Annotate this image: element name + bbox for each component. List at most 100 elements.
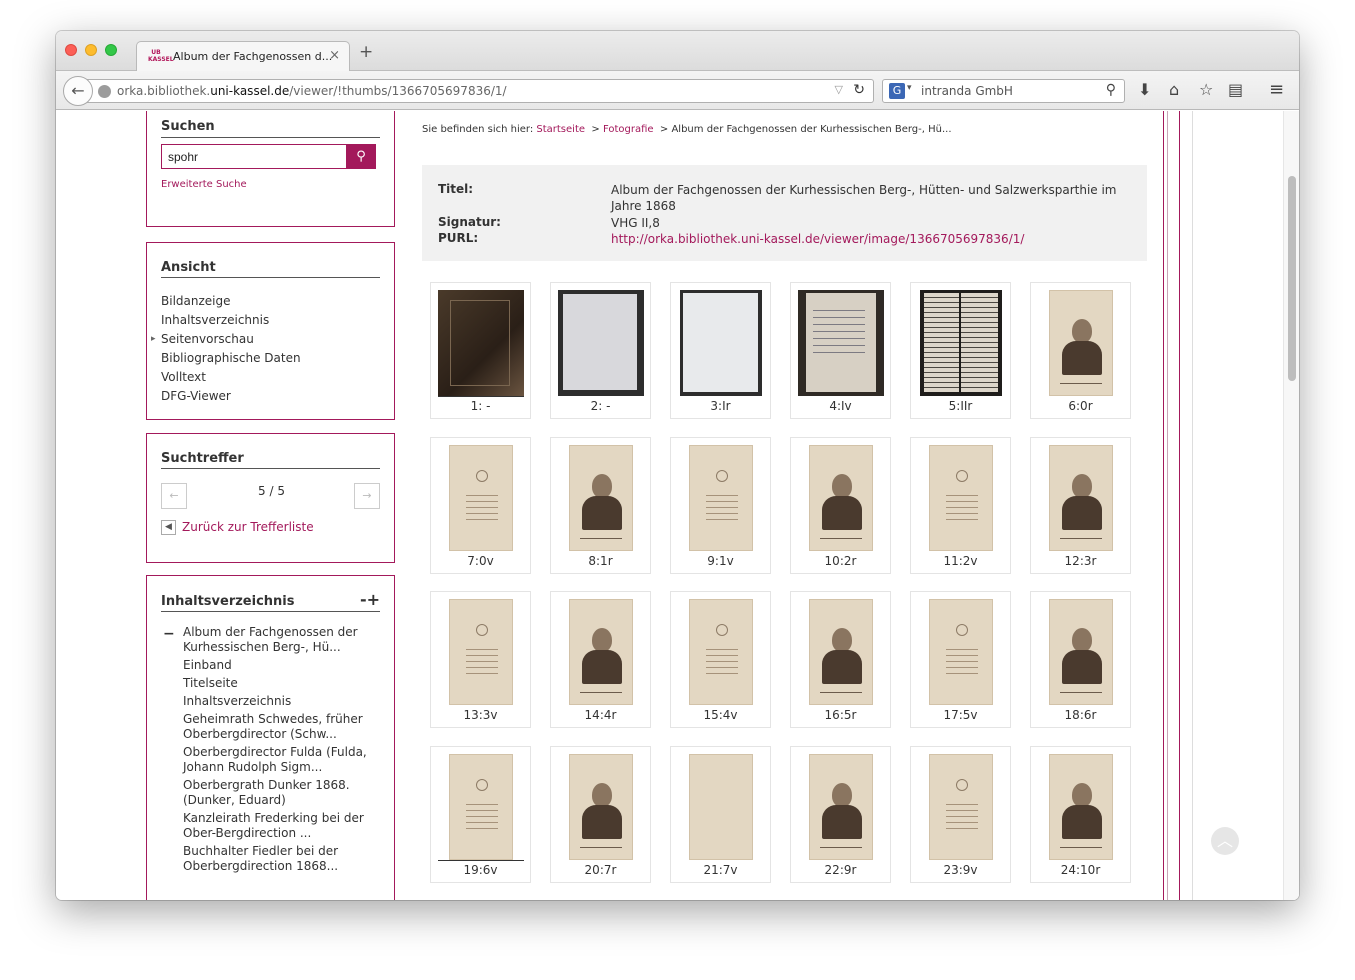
engine-dropdown-icon[interactable]: ▾ <box>907 83 912 93</box>
tab-active[interactable]: UB KASSEL Album der Fachgenossen d... × <box>136 41 350 72</box>
toc-item[interactable]: Oberbergdirector Fulda (Fulda, Johann Ru… <box>183 745 373 775</box>
new-tab-button[interactable]: + <box>359 44 373 61</box>
breadcrumb-home-link[interactable]: Startseite <box>536 124 585 135</box>
thumbnail-image[interactable] <box>569 754 633 860</box>
thumbnail-image[interactable] <box>929 445 993 551</box>
thumbnail-image[interactable] <box>920 290 1002 396</box>
home-icon[interactable]: ⌂ <box>1169 81 1179 99</box>
chevron-up-icon: ︿ <box>1216 831 1233 850</box>
view-item-volltext[interactable]: Volltext <box>161 368 301 387</box>
thumbnail[interactable]: 15:4v <box>670 591 771 728</box>
thumbnail[interactable]: 14:4r <box>550 591 651 728</box>
toc-item[interactable]: Oberbergrath Dunker 1868. (Dunker, Eduar… <box>183 778 373 808</box>
thumbnail-image[interactable] <box>438 290 524 396</box>
zoom-window-button[interactable] <box>105 44 117 56</box>
thumbnail[interactable]: 17:5v <box>910 591 1011 728</box>
thumbnail-image[interactable] <box>689 599 753 705</box>
view-item-inhaltsverzeichnis[interactable]: Inhaltsverzeichnis <box>161 311 301 330</box>
thumbnail[interactable]: 21:7v <box>670 746 771 883</box>
thumbnail[interactable]: 5:IIr <box>910 282 1011 419</box>
toc-item[interactable]: Inhaltsverzeichnis <box>183 694 373 709</box>
advanced-search-link[interactable]: Erweiterte Suche <box>161 179 247 190</box>
toc-item[interactable]: Album der Fachgenossen der Kurhessischen… <box>183 625 373 655</box>
view-list: Bildanzeige Inhaltsverzeichnis Seitenvor… <box>151 292 301 406</box>
search-engine-icon[interactable]: G <box>889 83 905 99</box>
thumbnail-image[interactable] <box>809 754 873 860</box>
toc-expand-collapse-icon[interactable]: -+ <box>360 590 380 609</box>
back-arrow-icon[interactable]: ◀ <box>161 520 176 535</box>
thumbnail[interactable]: 11:2v <box>910 437 1011 574</box>
minimize-window-button[interactable] <box>85 44 97 56</box>
thumbnail[interactable]: 18:6r <box>1030 591 1131 728</box>
star-icon[interactable]: ☆ <box>1199 81 1213 99</box>
scroll-to-top-button[interactable]: ︿ <box>1211 827 1239 855</box>
thumbnail-image[interactable] <box>809 599 873 705</box>
thumbnail[interactable]: 6:0r <box>1030 282 1131 419</box>
reading-list-icon[interactable]: ▤ <box>1228 81 1243 99</box>
url-text[interactable]: orka.bibliothek.uni-kassel.de/viewer/!th… <box>117 84 507 98</box>
thumbnail-image[interactable] <box>569 445 633 551</box>
thumbnail-image[interactable] <box>929 599 993 705</box>
thumbnail[interactable]: 12:3r <box>1030 437 1131 574</box>
thumbnail-image[interactable] <box>1049 445 1113 551</box>
view-item-dfg-viewer[interactable]: DFG-Viewer <box>161 387 301 406</box>
breadcrumb-category-link[interactable]: Fotografie <box>603 124 654 135</box>
thumbnail[interactable]: 4:Iv <box>790 282 891 419</box>
toc-item[interactable]: Einband <box>183 658 373 673</box>
thumbnail-image[interactable] <box>449 599 513 705</box>
tab-close-icon[interactable]: × <box>329 48 340 63</box>
back-button[interactable]: ← <box>63 76 93 106</box>
thumbnail[interactable]: 16:5r <box>790 591 891 728</box>
search-button[interactable]: ⚲ <box>346 144 376 169</box>
thumbnail-image[interactable] <box>798 290 884 396</box>
hamburger-menu-icon[interactable]: ≡ <box>1269 81 1284 99</box>
close-window-button[interactable] <box>65 44 77 56</box>
scrollbar-thumb[interactable] <box>1288 176 1296 381</box>
view-item-bibliographische-daten[interactable]: Bibliographische Daten <box>161 349 301 368</box>
search-bar[interactable]: G ▾ intranda GmbH ⚲ <box>882 79 1125 103</box>
toc-item[interactable]: Buchhalter Fiedler bei der Oberbergdirec… <box>183 844 373 874</box>
thumbnail-image[interactable] <box>558 290 644 396</box>
thumbnail[interactable]: 10:2r <box>790 437 891 574</box>
magnifier-icon[interactable]: ⚲ <box>1106 82 1116 98</box>
thumbnail-image[interactable] <box>1049 754 1113 860</box>
reload-icon[interactable]: ↻ <box>853 82 865 98</box>
thumbnail[interactable]: 19:6v <box>430 746 531 883</box>
thumbnail[interactable]: 23:9v <box>910 746 1011 883</box>
thumbnail[interactable]: 7:0v <box>430 437 531 574</box>
collapse-icon[interactable]: − <box>163 626 175 642</box>
toc-item[interactable]: Titelseite <box>183 676 373 691</box>
view-item-seitenvorschau[interactable]: Seitenvorschau <box>151 330 301 349</box>
download-icon[interactable]: ⬇ <box>1138 81 1151 99</box>
page-scrollbar[interactable] <box>1283 111 1299 900</box>
thumbnail[interactable]: 24:10r <box>1030 746 1131 883</box>
back-to-results-link[interactable]: Zurück zur Trefferliste <box>182 520 314 534</box>
thumbnail-image[interactable] <box>1049 599 1113 705</box>
thumbnail-image[interactable] <box>680 290 762 396</box>
toc-item[interactable]: Geheimrath Schwedes, früher Oberbergdire… <box>183 712 373 742</box>
url-bar[interactable]: orka.bibliothek.uni-kassel.de/viewer/!th… <box>86 79 874 103</box>
thumbnail[interactable]: 13:3v <box>430 591 531 728</box>
thumbnail[interactable]: 22:9r <box>790 746 891 883</box>
thumbnail[interactable]: 9:1v <box>670 437 771 574</box>
thumbnail[interactable]: 8:1r <box>550 437 651 574</box>
toc-item[interactable]: Kanzleirath Frederking bei der Ober-Berg… <box>183 811 373 841</box>
thumbnail-image[interactable] <box>449 754 513 860</box>
title-rule <box>161 137 380 138</box>
thumbnail-image[interactable] <box>569 599 633 705</box>
purl-link[interactable]: http://orka.bibliothek.uni-kassel.de/vie… <box>611 231 1131 247</box>
thumbnail[interactable]: 2: - <box>550 282 651 419</box>
search-input[interactable] <box>161 144 347 169</box>
thumbnail-image[interactable] <box>689 445 753 551</box>
thumbnail-image[interactable] <box>449 445 513 551</box>
thumbnail-image[interactable] <box>929 754 993 860</box>
next-hit-button[interactable]: → <box>354 483 380 509</box>
view-item-bildanzeige[interactable]: Bildanzeige <box>161 292 301 311</box>
thumbnail-image[interactable] <box>1049 290 1113 396</box>
thumbnail[interactable]: 1: - <box>430 282 531 419</box>
thumbnail[interactable]: 3:Ir <box>670 282 771 419</box>
thumbnail-image[interactable] <box>809 445 873 551</box>
url-dropdown-icon[interactable]: ▽ <box>835 83 843 96</box>
thumbnail[interactable]: 20:7r <box>550 746 651 883</box>
thumbnail-image[interactable] <box>689 754 753 860</box>
